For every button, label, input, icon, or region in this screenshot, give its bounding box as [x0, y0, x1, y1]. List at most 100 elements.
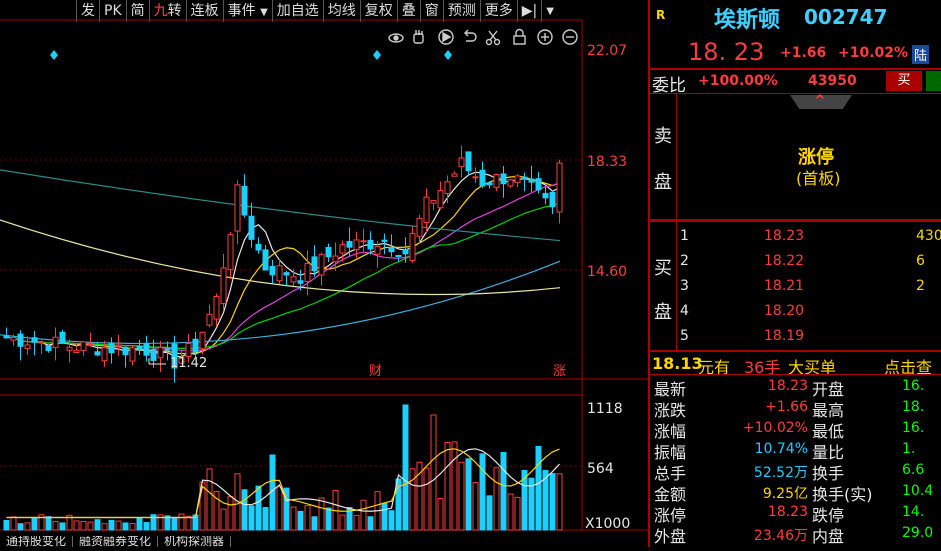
volume-bar[interactable]	[52, 520, 59, 531]
volume-bar[interactable]	[304, 505, 311, 531]
play-icon[interactable]	[438, 29, 454, 45]
candle-body[interactable]	[353, 239, 360, 251]
zoom-in-icon[interactable]	[537, 29, 553, 45]
volume-bar[interactable]	[493, 467, 500, 531]
volume-bar[interactable]	[430, 414, 437, 531]
candle-body[interactable]	[402, 248, 409, 255]
candle-body[interactable]	[38, 341, 45, 344]
candle-body[interactable]	[318, 253, 325, 276]
volume-bar[interactable]	[206, 468, 213, 531]
eye-icon[interactable]	[388, 33, 404, 43]
candle-body[interactable]	[199, 331, 206, 350]
candle-body[interactable]	[227, 234, 234, 271]
kline-chart-area[interactable]: 22.07 18.33 14.60 1118 564 X1000 11.42 财…	[0, 0, 648, 547]
volume-bar[interactable]	[388, 510, 395, 531]
volume-bar[interactable]	[24, 522, 31, 531]
chart-tool-icons[interactable]	[388, 28, 578, 46]
volume-bar[interactable]	[143, 522, 150, 531]
volume-bar[interactable]	[185, 515, 192, 531]
candle-body[interactable]	[157, 347, 164, 359]
toolbar-button-shijian[interactable]: 事件 ▼	[222, 0, 272, 22]
volume-bar[interactable]	[325, 507, 332, 531]
candle-body[interactable]	[465, 151, 472, 172]
toolbar-button-forecast[interactable]: 预测	[442, 0, 480, 22]
volume-bar[interactable]	[241, 489, 248, 531]
volume-bar[interactable]	[472, 482, 479, 531]
volume-bar[interactable]	[3, 520, 10, 531]
candle-body[interactable]	[108, 343, 115, 354]
candle-body[interactable]	[17, 333, 24, 347]
candle-body[interactable]	[486, 182, 493, 186]
candle-body[interactable]	[423, 196, 430, 224]
volume-bar[interactable]	[367, 516, 374, 531]
candle-body[interactable]	[416, 217, 423, 237]
toolbar-button-pk[interactable]: PK	[99, 0, 126, 22]
undo-icon[interactable]	[464, 29, 477, 42]
volume-bar[interactable]	[339, 514, 346, 531]
candle-body[interactable]	[52, 336, 59, 349]
volume-bar[interactable]	[297, 510, 304, 531]
candle-body[interactable]	[45, 345, 52, 351]
candle-body[interactable]	[479, 169, 486, 187]
volume-bar[interactable]	[535, 445, 542, 531]
candle-body[interactable]	[514, 175, 521, 183]
candle-body[interactable]	[122, 346, 129, 356]
candle-body[interactable]	[10, 337, 17, 341]
candle-body[interactable]	[493, 173, 500, 188]
limit-up-event-marker[interactable]: 涨	[553, 364, 566, 379]
candle-body[interactable]	[80, 341, 87, 352]
big-order-row[interactable]: 18.13 元有 36手 大买单 点击查	[650, 354, 941, 377]
candle-body[interactable]	[535, 178, 542, 191]
volume-bar[interactable]	[451, 441, 458, 531]
event-diamond-marker[interactable]	[50, 50, 58, 60]
expand-panel-icon[interactable]: ▶|	[516, 0, 541, 22]
volume-bar[interactable]	[360, 499, 367, 531]
toolbar-button-fuquan[interactable]: 复权	[359, 0, 397, 22]
candle-body[interactable]	[304, 262, 311, 282]
volume-bar[interactable]	[248, 505, 255, 531]
toolbar-button-add-favorite[interactable]: 加自选	[271, 0, 323, 22]
candle-body[interactable]	[458, 157, 465, 168]
volume-bar[interactable]	[227, 496, 234, 531]
candle-body[interactable]	[472, 176, 479, 179]
volume-bar[interactable]	[507, 493, 514, 531]
candle-body[interactable]	[367, 239, 374, 250]
volume-bar[interactable]	[444, 442, 451, 531]
candle-body[interactable]	[73, 349, 80, 353]
candle-body[interactable]	[444, 181, 451, 194]
candle-body[interactable]	[521, 176, 528, 180]
candle-body[interactable]	[381, 239, 388, 242]
volume-bar[interactable]	[486, 495, 493, 531]
candle-body[interactable]	[556, 162, 563, 213]
tab-institution-detector[interactable]: 机构探测器	[158, 536, 232, 547]
volume-bar[interactable]	[17, 523, 24, 531]
volume-bar[interactable]	[136, 517, 143, 531]
volume-bar[interactable]	[500, 452, 507, 531]
tab-margin-change[interactable]: 融资融券变化	[73, 536, 159, 547]
buy-button[interactable]: 买	[886, 71, 922, 91]
candle-body[interactable]	[500, 173, 507, 185]
candle-body[interactable]	[59, 331, 66, 344]
candle-body[interactable]	[430, 199, 437, 204]
volume-bar[interactable]	[514, 496, 521, 531]
volume-bar[interactable]	[108, 519, 115, 531]
volume-bar[interactable]	[549, 473, 556, 531]
event-diamond-marker[interactable]	[373, 50, 381, 60]
candle-body[interactable]	[185, 342, 192, 358]
volume-bar[interactable]	[318, 497, 325, 531]
toolbar-button-more[interactable]: 更多	[479, 0, 517, 22]
candle-body[interactable]	[115, 344, 122, 347]
candle-body[interactable]	[346, 241, 353, 248]
volume-bar[interactable]	[31, 517, 38, 531]
candle-body[interactable]	[248, 215, 255, 240]
volume-bar[interactable]	[458, 461, 465, 531]
volume-bar[interactable]	[479, 453, 486, 531]
candle-body[interactable]	[276, 265, 283, 282]
event-diamond-marker[interactable]	[444, 50, 452, 60]
candle-body[interactable]	[549, 191, 556, 208]
bid-row[interactable]: 5 18.19	[650, 328, 941, 350]
candle-body[interactable]	[94, 351, 101, 356]
candle-body[interactable]	[220, 267, 227, 304]
candle-body[interactable]	[24, 344, 31, 349]
volume-bar[interactable]	[45, 516, 52, 531]
